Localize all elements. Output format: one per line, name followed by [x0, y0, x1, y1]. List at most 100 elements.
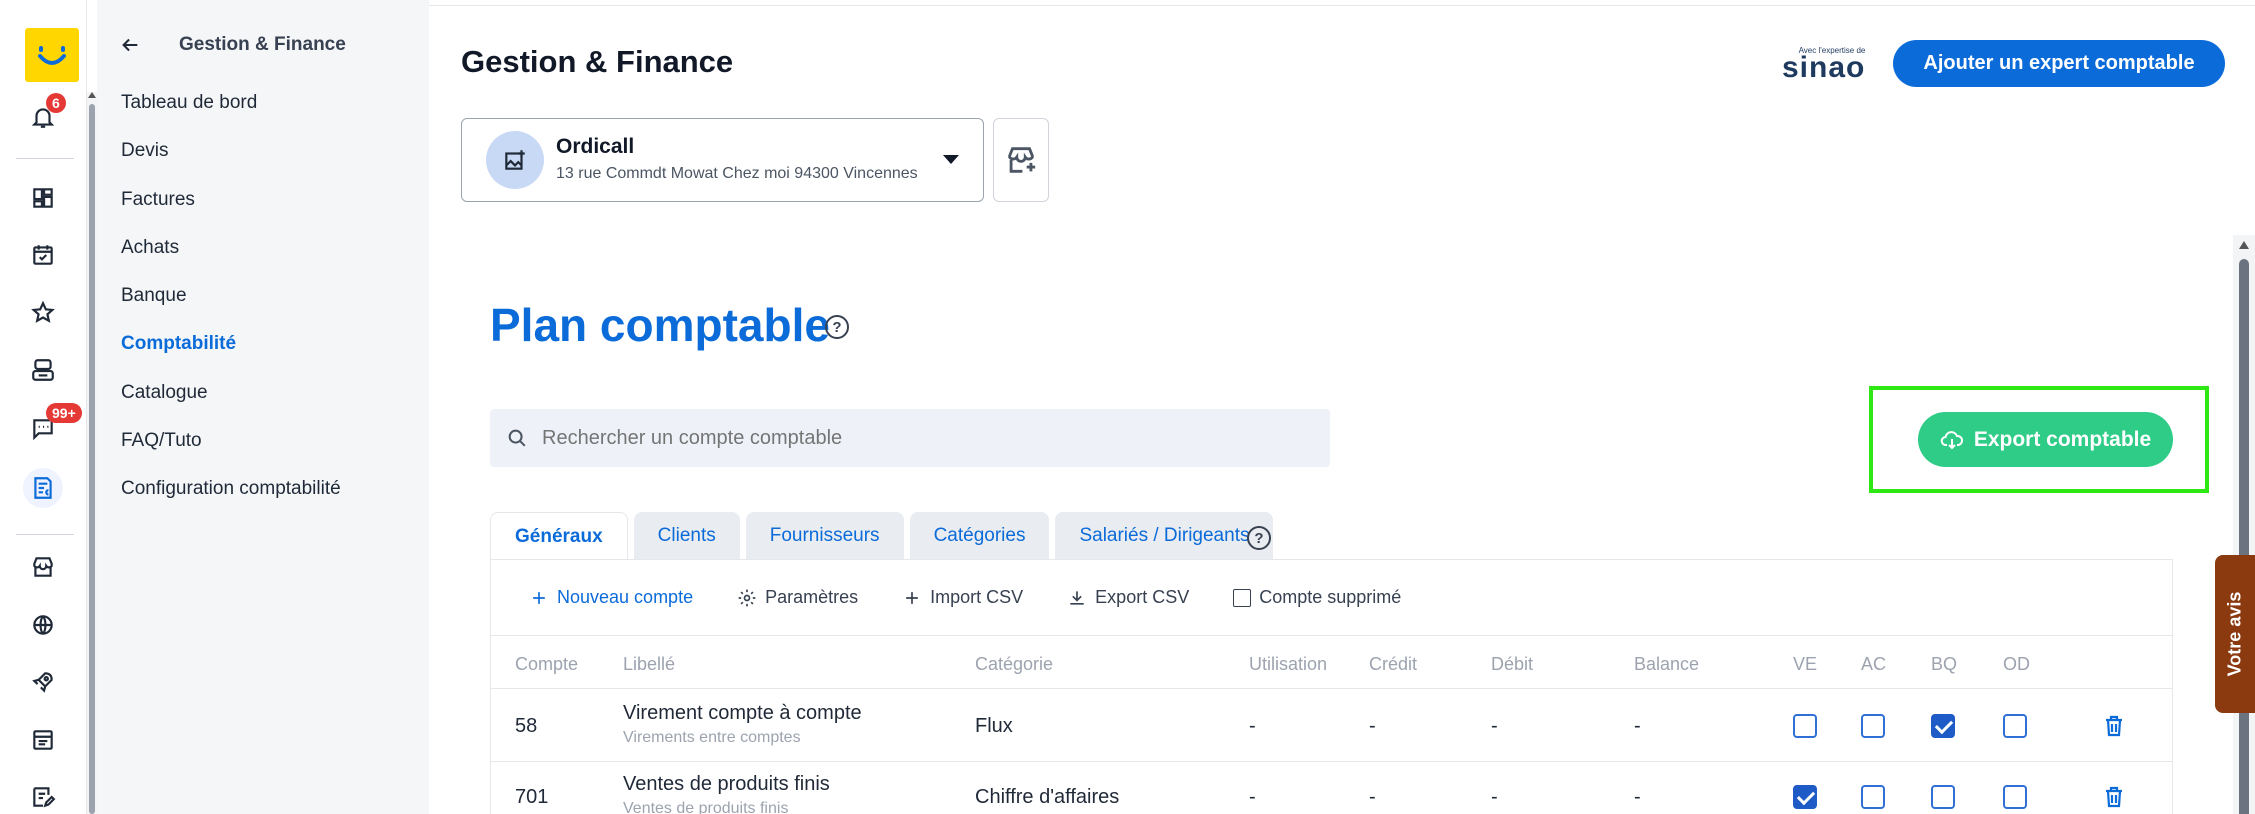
rocket-icon[interactable] — [26, 665, 60, 699]
rail-scroll-thumb[interactable] — [89, 104, 95, 814]
company-name: Ordicall — [556, 135, 635, 158]
secondary-sidebar: Gestion & Finance Tableau de bord Devis … — [97, 0, 429, 814]
column-header-ve: VE — [1793, 654, 1818, 674]
add-store-icon — [1008, 147, 1036, 173]
account-number: 58 — [515, 715, 538, 737]
sidebar-title: Gestion & Finance — [179, 34, 346, 55]
page-title: Gestion & Finance — [461, 44, 734, 79]
sidebar-item-factures[interactable]: Factures — [121, 185, 341, 233]
account-number: 701 — [515, 786, 549, 808]
app-root: 6 99+ Gestion & Finance Tableau de bord … — [0, 0, 2255, 814]
account-balance: - — [1634, 715, 1641, 737]
checkbox-ac[interactable] — [1861, 785, 1885, 809]
feedback-label: Votre avis — [2224, 591, 2245, 677]
checkbox-ve[interactable] — [1793, 714, 1817, 738]
checkbox-ve[interactable] — [1793, 785, 1817, 809]
globe-icon[interactable] — [26, 608, 60, 642]
delete-icon[interactable] — [2103, 714, 2125, 738]
main-scrollbar[interactable] — [2233, 235, 2255, 814]
deleted-account-toggle[interactable]: Compte supprimé — [1233, 587, 1401, 608]
account-sublabel: Ventes de produits finis — [623, 800, 789, 814]
export-comptable-button[interactable]: Export comptable — [1918, 412, 2173, 467]
export-csv-button[interactable]: Export CSV — [1067, 587, 1189, 608]
add-expert-button[interactable]: Ajouter un expert comptable — [1893, 40, 2225, 87]
store-icon[interactable] — [26, 550, 60, 584]
scroll-up-arrow-icon[interactable] — [2239, 241, 2249, 249]
account-usage: - — [1249, 786, 1256, 808]
company-selector[interactable]: Ordicall 13 rue Commdt Mowat Chez moi 94… — [461, 118, 984, 202]
search-bar — [490, 409, 1330, 467]
sidebar-item-comptabilite[interactable]: Comptabilité — [121, 329, 341, 377]
add-image-icon — [505, 150, 525, 170]
column-header-ac: AC — [1861, 654, 1887, 674]
tab-bar: Généraux Clients Fournisseurs Catégories… — [490, 512, 1274, 560]
checkbox-bq[interactable] — [1931, 714, 1955, 738]
calendar-icon[interactable] — [26, 238, 60, 272]
dashboard-icon[interactable] — [26, 181, 60, 215]
column-header-credit: Crédit — [1369, 654, 1418, 674]
account-category: Flux — [975, 715, 1013, 737]
import-csv-button[interactable]: Import CSV — [902, 587, 1023, 608]
back-arrow-icon[interactable] — [119, 34, 141, 56]
sidebar-item-catalogue[interactable]: Catalogue — [121, 378, 341, 426]
account-label: Ventes de produits finis — [623, 773, 830, 795]
download-icon — [1070, 590, 1084, 605]
section-title: Plan comptable — [490, 299, 830, 351]
tabs-help-icon[interactable]: ? — [1247, 526, 1271, 550]
sidebar-item-achats[interactable]: Achats — [121, 233, 341, 281]
app-logo[interactable] — [25, 28, 79, 82]
account-credit: - — [1369, 786, 1376, 808]
account-label: Virement compte à compte — [623, 702, 862, 724]
icon-rail: 6 99+ — [0, 0, 87, 814]
contact-card-icon[interactable] — [26, 353, 60, 387]
column-header-balance: Balance — [1634, 654, 1700, 674]
company-avatar — [486, 131, 544, 189]
search-icon — [508, 429, 526, 447]
new-account-button[interactable]: Nouveau compte — [529, 587, 693, 608]
sidebar-item-banque[interactable]: Banque — [121, 281, 341, 329]
account-balance: - — [1634, 786, 1641, 808]
checkbox-od[interactable] — [2003, 714, 2027, 738]
column-header-utilisation: Utilisation — [1249, 654, 1328, 674]
tab-clients[interactable]: Clients — [633, 512, 740, 560]
sidebar-item-tableau-de-bord[interactable]: Tableau de bord — [121, 88, 341, 136]
sidebar-item-configuration[interactable]: Configuration comptabilité — [121, 474, 341, 522]
tab-fournisseurs[interactable]: Fournisseurs — [745, 512, 904, 560]
main-scroll-thumb[interactable] — [2239, 259, 2249, 814]
tab-salaries[interactable]: Salariés / Dirigeants — [1055, 512, 1274, 560]
checkbox-od[interactable] — [2003, 785, 2027, 809]
sidebar-item-faq[interactable]: FAQ/Tuto — [121, 426, 341, 474]
sidebar-item-devis[interactable]: Devis — [121, 136, 341, 184]
rail-scrollbar[interactable] — [87, 92, 97, 814]
settings-button[interactable]: Paramètres — [737, 587, 858, 608]
cloud-download-icon — [1940, 430, 1963, 449]
table-row[interactable]: 58 Virement compte à compte Virements en… — [491, 689, 2172, 762]
checkbox-ac[interactable] — [1861, 714, 1885, 738]
sidebar-header: Gestion & Finance — [119, 34, 346, 56]
column-header-categorie: Catégorie — [975, 654, 1054, 674]
account-debit: - — [1491, 786, 1498, 808]
help-icon[interactable]: ? — [825, 315, 849, 339]
notifications-badge: 6 — [46, 93, 66, 113]
export-comptable-label: Export comptable — [1973, 427, 2152, 451]
finance-icon[interactable] — [23, 468, 63, 508]
scroll-up-arrow-icon[interactable] — [88, 92, 96, 98]
add-store-button[interactable] — [993, 118, 1049, 202]
search-input[interactable] — [542, 426, 1302, 450]
account-usage: - — [1249, 715, 1256, 737]
tab-generaux[interactable]: Généraux — [490, 512, 628, 560]
account-category: Chiffre d'affaires — [975, 786, 1120, 808]
deleted-account-checkbox[interactable] — [1233, 588, 1252, 607]
feedback-tab[interactable]: Votre avis — [2215, 555, 2255, 713]
column-header-compte: Compte — [515, 654, 579, 674]
accounts-panel: Nouveau compte Paramètres Import CSV Exp… — [490, 559, 2173, 814]
checkbox-bq[interactable] — [1931, 785, 1955, 809]
browser-icon[interactable] — [26, 723, 60, 757]
delete-icon[interactable] — [2103, 785, 2125, 809]
sidebar-nav: Tableau de bord Devis Factures Achats Ba… — [121, 88, 341, 523]
edit-list-icon[interactable] — [26, 780, 60, 814]
star-icon[interactable] — [26, 296, 60, 330]
tab-categories[interactable]: Catégories — [909, 512, 1050, 560]
table-row[interactable]: 701 Ventes de produits finis Ventes de p… — [491, 762, 2172, 814]
sinao-logo: Avec l'expertise de sinao — [1782, 46, 1866, 84]
